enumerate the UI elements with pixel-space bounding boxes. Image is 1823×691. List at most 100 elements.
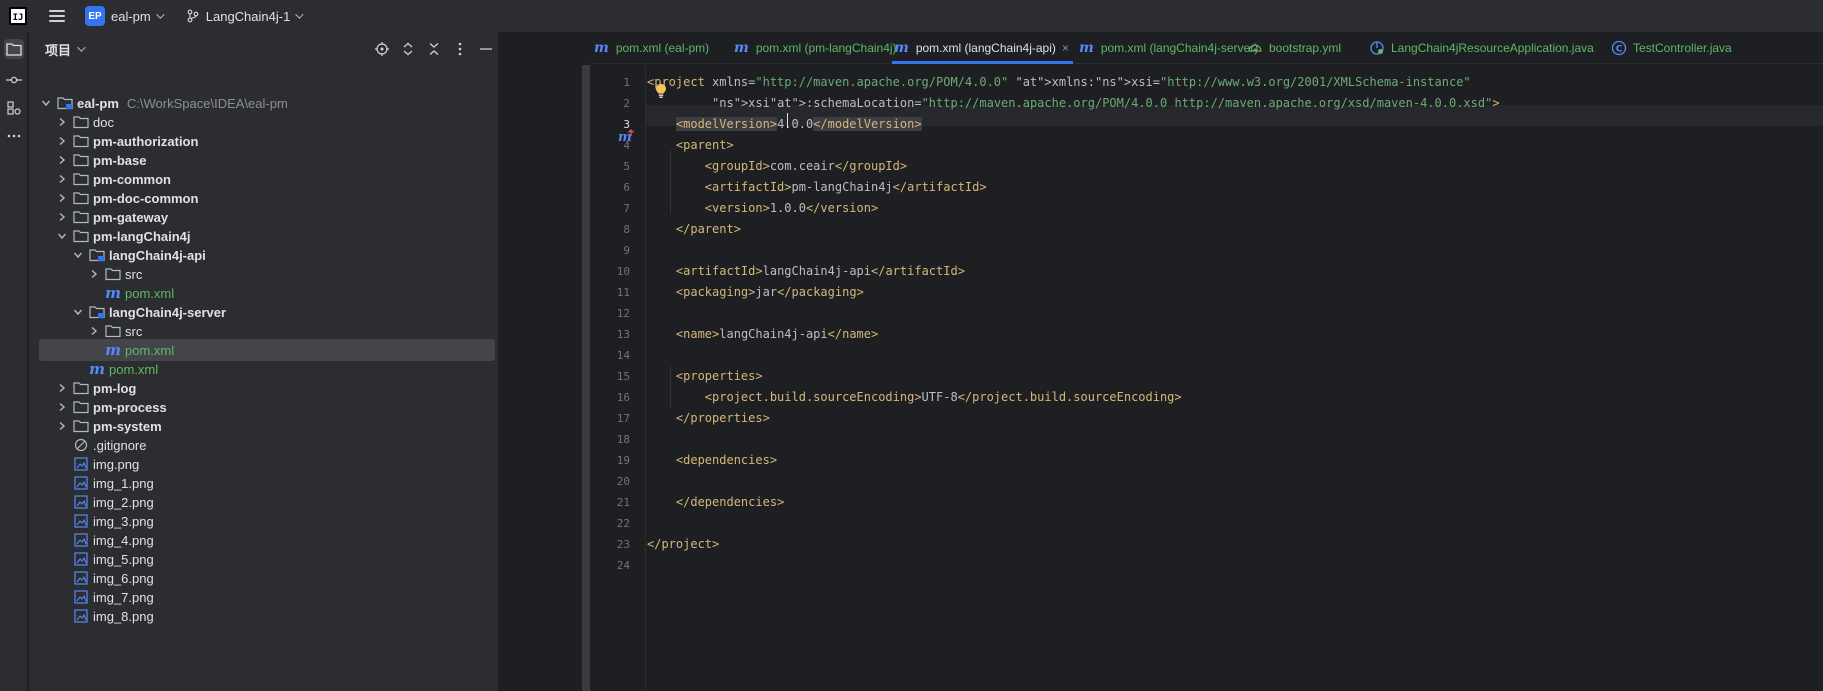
- chevron-right-icon[interactable]: [55, 172, 69, 186]
- yaml-icon: [1247, 41, 1269, 55]
- tree-item-label: pm-log: [93, 380, 137, 396]
- folder-icon: [73, 190, 89, 206]
- folder-icon: [73, 133, 89, 149]
- image-file-icon: [73, 532, 89, 548]
- folder-icon: [73, 399, 89, 415]
- tree-item-label: img_5.png: [93, 551, 154, 567]
- project-tool-icon[interactable]: [4, 39, 24, 59]
- tree-item-label: pm-authorization: [93, 133, 199, 149]
- code-line: <groupId>com.ceair</groupId>: [704, 159, 908, 173]
- maven-icon: m: [894, 39, 909, 56]
- main-menu-icon[interactable]: [49, 10, 65, 22]
- module-folder-icon: [89, 247, 105, 263]
- panel-divider[interactable]: [498, 32, 499, 691]
- tree-item-label: img_1.png: [93, 475, 154, 491]
- editor-tab[interactable]: C TestController.java: [1607, 32, 1737, 64]
- image-file-icon: [73, 513, 89, 529]
- line-number: 19: [616, 454, 630, 467]
- line-number: 5: [623, 160, 630, 173]
- chevron-right-icon[interactable]: [55, 134, 69, 148]
- chevron-right-icon[interactable]: [55, 210, 69, 224]
- project-switcher[interactable]: eal-pm: [111, 9, 151, 24]
- code-line: <name>langChain4j-api</name>: [675, 327, 879, 341]
- tree-item-label: pm-common: [93, 171, 171, 187]
- editor-tab[interactable]: m pom.xml (eal-pm): [590, 32, 730, 64]
- folder-icon: [105, 266, 121, 282]
- chevron-down-icon[interactable]: [71, 248, 85, 262]
- tree-item[interactable]: img_8.png: [29, 605, 498, 627]
- more-tools-icon[interactable]: [4, 126, 24, 146]
- code-line: </properties>: [675, 411, 770, 425]
- project-panel: 项目 eal-pm C:\WorkSpace\IDEA\eal-pm doc pm-a…: [29, 32, 498, 691]
- line-number: 9: [623, 244, 630, 257]
- chevron-right-icon[interactable]: [55, 419, 69, 433]
- image-file-icon: [73, 589, 89, 605]
- line-number: 23: [616, 538, 630, 551]
- project-badge[interactable]: EP: [85, 6, 105, 26]
- chevron-right-icon[interactable]: [87, 267, 101, 281]
- tree-item-label: src: [125, 266, 143, 282]
- chevron-right-icon[interactable]: [55, 191, 69, 205]
- tree-item-label: img_3.png: [93, 513, 154, 529]
- line-number: 13: [616, 328, 630, 341]
- line-number: 17: [616, 412, 630, 425]
- editor-tab[interactable]: m pom.xml (pm-langChain4j): [730, 32, 897, 64]
- chevron-right-icon[interactable]: [87, 324, 101, 338]
- maven-icon: m: [594, 39, 609, 56]
- spring-boot-icon: [1369, 40, 1391, 56]
- options-kebab-icon[interactable]: [452, 41, 468, 57]
- chevron-right-icon[interactable]: [55, 400, 69, 414]
- editor-tab[interactable]: LangChain4jResourceApplication.java: [1365, 32, 1607, 64]
- line-number: 18: [616, 433, 630, 446]
- line-number: 1: [623, 76, 630, 89]
- tree-item-label: img_6.png: [93, 570, 154, 586]
- chevron-down-icon[interactable]: [39, 96, 53, 110]
- intellij-logo[interactable]: IJ: [9, 7, 27, 25]
- line-number-gutter[interactable]: 1 2 3 4 5 6 7 8 9 10 11 12 13 14 15 16 17 18 19 20 21 22 23 24: [590, 65, 646, 691]
- locate-file-icon[interactable]: [374, 41, 390, 57]
- editor-tab-label: bootstrap.yml: [1269, 40, 1342, 55]
- chevron-down-icon: [155, 10, 165, 19]
- structure-tool-icon[interactable]: [4, 98, 24, 118]
- code-line: <artifactId>pm-langChain4j</artifactId>: [704, 180, 987, 194]
- module-folder-icon: [89, 304, 105, 320]
- chevron-down-icon[interactable]: [55, 229, 69, 243]
- project-view-selector[interactable]: 项目: [45, 40, 71, 59]
- line-number: 20: [616, 475, 630, 488]
- code-line: <artifactId>langChain4j-api</artifactId>: [675, 264, 965, 278]
- code-line: <project.build.sourceEncoding>UTF-8</pro…: [704, 390, 1182, 404]
- maven-parent-gutter-icon[interactable]: m: [618, 129, 636, 143]
- branch-switcher[interactable]: LangChain4j-1: [206, 9, 291, 24]
- chevron-down-icon: [77, 43, 86, 52]
- editor-tab[interactable]: m pom.xml (langChain4j-api) ×: [890, 32, 1075, 64]
- code-line: </parent>: [675, 222, 741, 236]
- folder-icon: [73, 114, 89, 130]
- hide-panel-icon[interactable]: [478, 41, 494, 57]
- chevron-right-icon[interactable]: [55, 381, 69, 395]
- chevron-right-icon[interactable]: [55, 153, 69, 167]
- close-icon[interactable]: ×: [1062, 41, 1069, 55]
- chevron-right-icon[interactable]: [55, 115, 69, 129]
- commit-tool-icon[interactable]: [4, 70, 24, 90]
- line-number: 24: [616, 559, 630, 572]
- editor-tab[interactable]: m pom.xml (langChain4j-server): [1075, 32, 1258, 64]
- expand-all-icon[interactable]: [400, 41, 416, 57]
- image-file-icon: [73, 456, 89, 472]
- editor-tab[interactable]: bootstrap.yml: [1243, 32, 1365, 64]
- tree-item-label: img_8.png: [93, 608, 154, 624]
- image-file-icon: [73, 494, 89, 510]
- tree-item-label: pm-process: [93, 399, 167, 415]
- code-line: "ns">xsi"at">:schemaLocation="http://mav…: [712, 96, 1500, 110]
- folder-icon: [73, 228, 89, 244]
- chevron-down-icon[interactable]: [71, 305, 85, 319]
- collapse-all-icon[interactable]: [426, 41, 442, 57]
- tree-item-label: pm-system: [93, 418, 162, 434]
- tree-item-label: img.png: [93, 456, 140, 472]
- line-number: 16: [616, 391, 630, 404]
- tree-scrollbar[interactable]: [582, 65, 590, 691]
- line-number: 12: [616, 307, 630, 320]
- folder-icon: [105, 323, 121, 339]
- editor-tab-label: pom.xml (pm-langChain4j): [755, 40, 897, 55]
- editor-tab-label: pom.xml (langChain4j-api): [915, 40, 1056, 55]
- tree-item-label: pm-gateway: [93, 209, 169, 225]
